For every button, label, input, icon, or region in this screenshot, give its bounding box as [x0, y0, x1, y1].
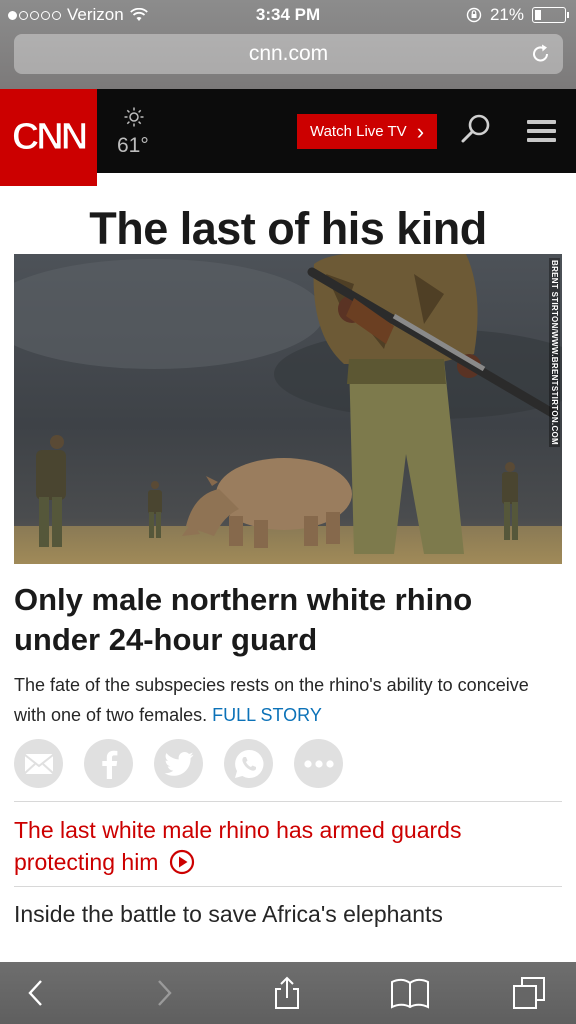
related-story-text[interactable]: Inside the battle to save Africa's eleph…: [14, 901, 443, 927]
divider: [14, 886, 562, 887]
tabs-icon[interactable]: [512, 976, 546, 1010]
status-bar: Verizon 3:34 PM 21%: [0, 0, 576, 30]
hero-image[interactable]: BRENT STIRTON/WWW.BRENTSTIRTON.COM: [14, 254, 562, 564]
status-right: 21%: [466, 5, 569, 25]
email-icon: [23, 753, 54, 774]
chevron-right-icon: ›: [416, 118, 425, 144]
bookmarks-icon[interactable]: [390, 976, 430, 1010]
watch-live-label: Watch Live TV: [309, 123, 407, 140]
whatsapp-share-button[interactable]: [224, 739, 273, 788]
twitter-share-button[interactable]: [154, 739, 203, 788]
guard-right: [502, 462, 518, 540]
share-icon[interactable]: [270, 976, 304, 1010]
url-bar[interactable]: cnn.com: [14, 34, 563, 74]
page: Verizon 3:34 PM 21% cnn.com CNN 61° Watc…: [0, 0, 576, 1024]
site-header: CNN 61° Watch Live TV ›: [0, 89, 576, 186]
image-credit: BRENT STIRTON/WWW.BRENTSTIRTON.COM: [549, 258, 560, 448]
rhino-photo: [14, 254, 562, 564]
weather-widget[interactable]: 61°: [117, 107, 149, 158]
reload-icon[interactable]: [529, 42, 553, 66]
related-story-link[interactable]: Inside the battle to save Africa's eleph…: [14, 898, 562, 930]
more-icon: [303, 759, 334, 768]
browser-chrome: Verizon 3:34 PM 21% cnn.com: [0, 0, 576, 89]
play-video-icon: [169, 849, 194, 875]
menu-icon[interactable]: [527, 120, 556, 142]
related-story-link[interactable]: The last white male rhino has armed guar…: [14, 814, 562, 878]
page-headline[interactable]: The last of his kind: [0, 203, 576, 255]
rotation-lock-icon: [466, 7, 482, 23]
story-description: The fate of the subspecies rests on the …: [14, 670, 562, 730]
cnn-logo-text[interactable]: CNN: [11, 116, 88, 159]
whatsapp-icon: [234, 749, 263, 778]
battery-label: 21%: [489, 5, 524, 24]
facebook-icon: [101, 750, 117, 779]
share-bar: [14, 739, 343, 788]
cnn-logo[interactable]: CNN: [0, 89, 97, 186]
related-story-text[interactable]: The last white male rhino has armed guar…: [14, 817, 461, 875]
twitter-icon: [164, 751, 193, 776]
search-icon[interactable]: [460, 113, 492, 145]
story-title[interactable]: Only male northern white rhino under 24-…: [14, 580, 562, 660]
temperature: 61°: [117, 134, 149, 157]
sun-icon: [124, 107, 144, 127]
divider: [14, 801, 562, 802]
url-text[interactable]: cnn.com: [14, 42, 563, 66]
full-story-link[interactable]: FULL STORY: [212, 705, 322, 725]
battery-icon: [532, 7, 569, 23]
browser-toolbar: [0, 962, 576, 1024]
back-icon[interactable]: [20, 976, 54, 1010]
forward-icon[interactable]: [146, 976, 180, 1010]
facebook-share-button[interactable]: [84, 739, 133, 788]
more-share-button[interactable]: [294, 739, 343, 788]
watch-live-tv-button[interactable]: Watch Live TV ›: [297, 114, 437, 149]
email-share-button[interactable]: [14, 739, 63, 788]
battery-fill: [535, 10, 541, 20]
